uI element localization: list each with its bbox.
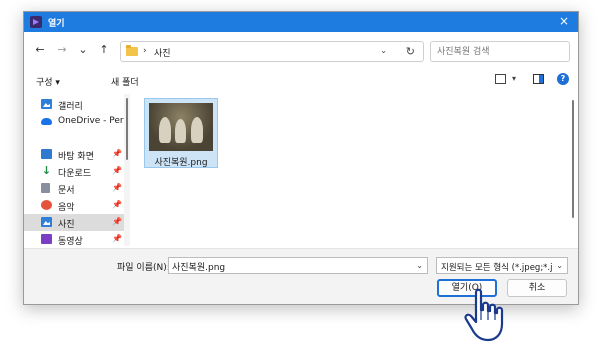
- sidebar-item-documents[interactable]: 문서 📌: [24, 180, 124, 197]
- hand-cursor-icon: [464, 288, 504, 342]
- sidebar-item-label: 동영상: [58, 237, 83, 246]
- view-mode-icon[interactable]: [495, 74, 506, 84]
- address-bar[interactable]: › 사진 ⌄ ↻: [120, 41, 424, 62]
- sidebar-item-label: 갤러리: [58, 102, 83, 112]
- sidebar-item-music[interactable]: 음악 📌: [24, 197, 124, 214]
- cancel-button[interactable]: 취소: [507, 279, 567, 297]
- sidebar-item-label: 다운로드: [58, 169, 92, 179]
- scrollbar-thumb[interactable]: [126, 98, 128, 160]
- sidebar-item-label: 문서: [58, 186, 75, 196]
- file-list: 사진복원.png: [134, 94, 578, 246]
- view-dropdown-icon[interactable]: ▾: [512, 74, 516, 83]
- document-icon: [41, 183, 50, 193]
- onedrive-icon: [41, 118, 52, 125]
- chevron-down-icon[interactable]: ⌄: [416, 261, 423, 270]
- music-icon: [41, 200, 52, 210]
- search-input[interactable]: [437, 45, 563, 59]
- back-arrow-icon[interactable]: ←: [34, 44, 46, 56]
- help-icon[interactable]: ?: [557, 73, 569, 85]
- sidebar-item-label: OneDrive - Perso: [58, 116, 130, 126]
- up-arrow-icon[interactable]: ↑: [98, 44, 110, 56]
- filename-label: 파일 이름(N):: [117, 263, 170, 273]
- sidebar-item-desktop[interactable]: 바탕 화면 📌: [24, 146, 124, 163]
- new-folder-button[interactable]: 새 폴더: [111, 75, 139, 88]
- navigation-pane: 갤러리 OneDrive - Perso 바탕 화면 📌 ↓ 다운로드 📌 문서…: [24, 94, 130, 246]
- app-icon: [30, 16, 42, 28]
- breadcrumb-pictures[interactable]: 사진: [154, 46, 171, 59]
- pin-icon[interactable]: 📌: [112, 234, 122, 243]
- sidebar-item-downloads[interactable]: ↓ 다운로드 📌: [24, 163, 124, 180]
- pin-icon[interactable]: 📌: [112, 200, 122, 209]
- refresh-icon[interactable]: ↻: [406, 45, 415, 58]
- filename-input[interactable]: [172, 259, 412, 273]
- file-type-value: 지원되는 모든 형식 (*.jpeg;*.jp: [441, 263, 553, 273]
- preview-pane-icon[interactable]: [533, 74, 544, 84]
- sidebar-item-label: 바탕 화면: [58, 152, 94, 162]
- folder-icon: [126, 45, 138, 56]
- chevron-down-icon[interactable]: ⌄: [380, 46, 387, 55]
- pin-icon[interactable]: 📌: [112, 149, 122, 158]
- pin-icon[interactable]: 📌: [112, 166, 122, 175]
- file-list-scrollbar[interactable]: [570, 94, 576, 246]
- breadcrumb-separator-icon: ›: [143, 46, 147, 56]
- file-type-select[interactable]: 지원되는 모든 형식 (*.jpeg;*.jp ⌄: [436, 257, 568, 274]
- sidebar-item-onedrive[interactable]: OneDrive - Perso: [24, 113, 130, 130]
- chevron-down-icon: ⌄: [556, 261, 563, 270]
- recent-locations-icon[interactable]: ⌄: [77, 44, 89, 56]
- sidebar-item-gallery[interactable]: 갤러리: [24, 96, 124, 113]
- sidebar-item-label: 음악: [58, 203, 75, 213]
- pin-icon[interactable]: 📌: [112, 217, 122, 226]
- sidebar-item-videos[interactable]: 동영상 📌: [24, 231, 124, 246]
- download-icon: ↓: [41, 164, 52, 177]
- desktop-icon: [41, 149, 52, 159]
- close-icon[interactable]: ×: [558, 15, 570, 27]
- command-toolbar: 구성 ▾ 새 폴더 ▾ ?: [24, 70, 578, 92]
- window-title: 열기: [48, 19, 65, 29]
- organize-button[interactable]: 구성 ▾: [36, 75, 60, 88]
- search-box[interactable]: [430, 41, 570, 62]
- forward-arrow-icon[interactable]: →: [56, 44, 68, 56]
- sidebar-item-label: 사진: [58, 220, 75, 230]
- filename-field[interactable]: ⌄: [168, 257, 428, 274]
- scrollbar-thumb[interactable]: [572, 100, 574, 218]
- pin-icon[interactable]: 📌: [112, 183, 122, 192]
- video-icon: [41, 234, 52, 244]
- file-item[interactable]: 사진복원.png: [144, 98, 218, 168]
- file-name: 사진복원.png: [154, 158, 208, 168]
- sidebar-scrollbar[interactable]: [124, 94, 130, 246]
- sidebar-item-pictures[interactable]: 사진 📌: [24, 214, 124, 231]
- title-bar: 열기 ×: [24, 12, 578, 32]
- pictures-icon: [41, 217, 52, 227]
- image-thumbnail: [149, 103, 213, 151]
- navigation-bar: ← → ⌄ ↑ › 사진 ⌄ ↻: [24, 32, 578, 66]
- gallery-icon: [41, 99, 52, 109]
- open-file-dialog: 열기 × ← → ⌄ ↑ › 사진 ⌄ ↻ 구성 ▾ 새 폴더 ▾ ? 갤러리: [23, 11, 579, 305]
